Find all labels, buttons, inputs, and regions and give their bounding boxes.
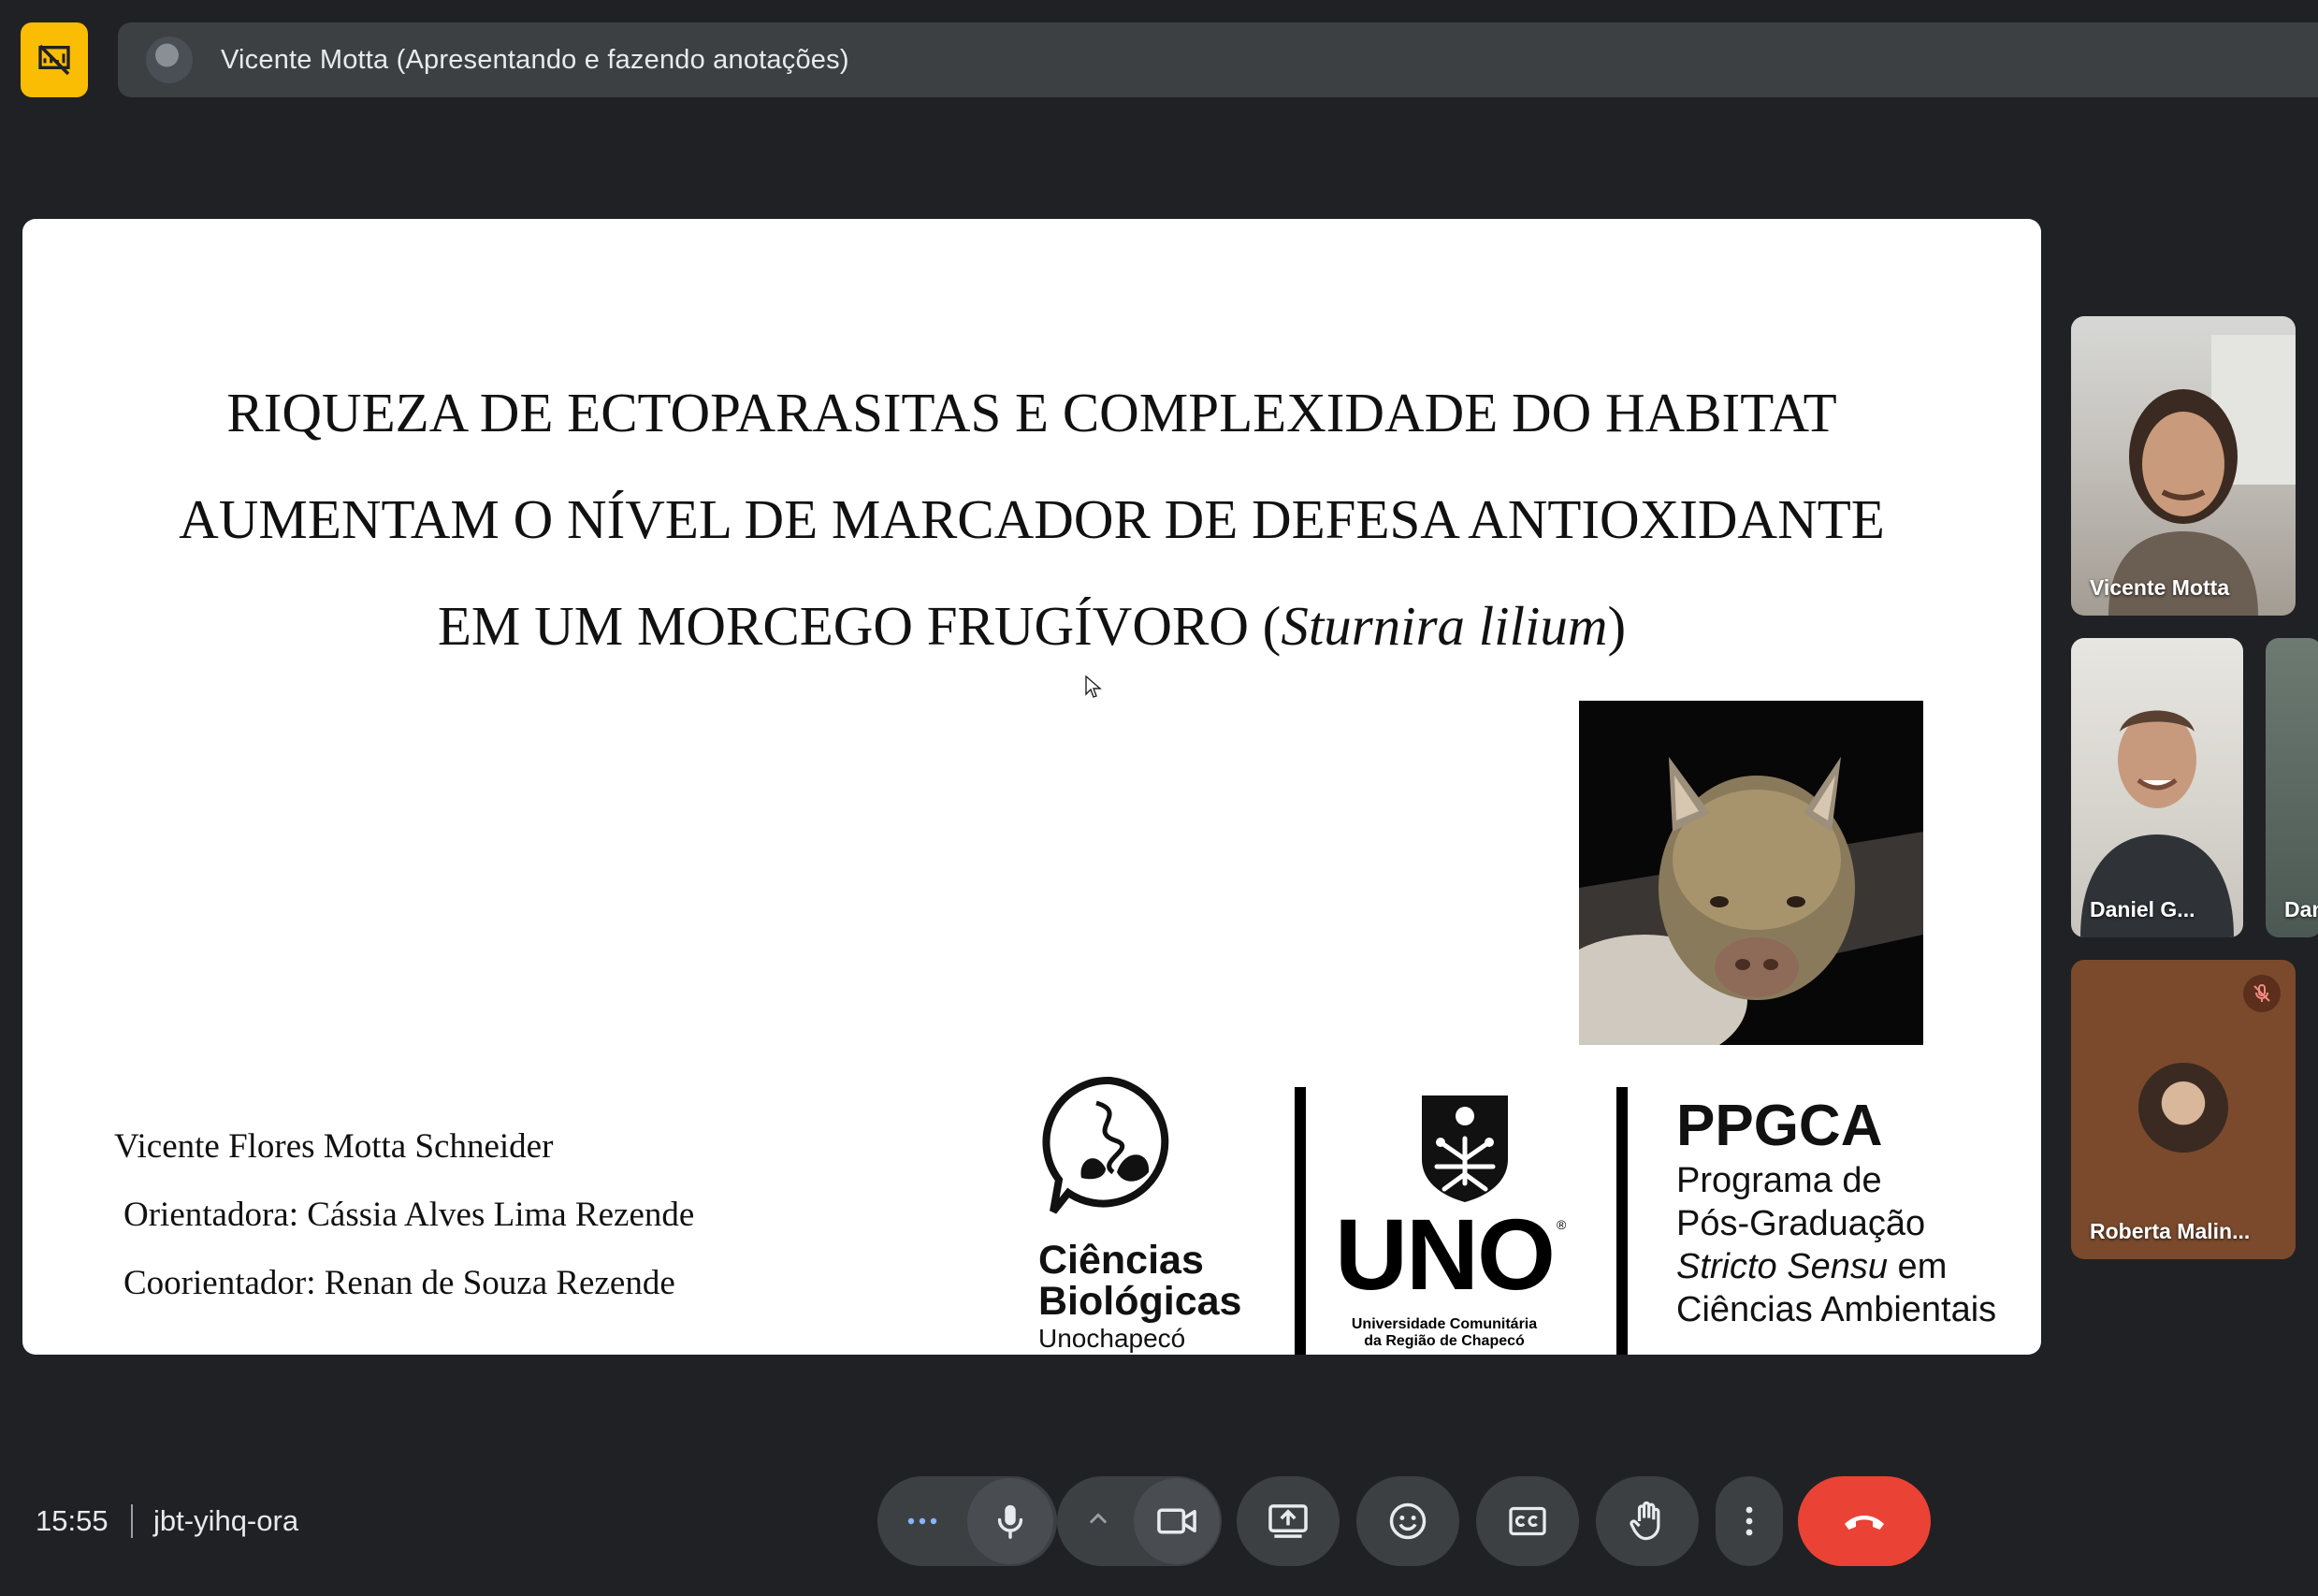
raise-hand-button[interactable] <box>1596 1476 1699 1566</box>
camera-controls-group <box>1057 1476 1222 1566</box>
mic-muted-badge <box>2243 975 2281 1012</box>
logo-uno: UNO ® Universidade Comunitária da Região… <box>1332 1094 1603 1355</box>
captions-button[interactable] <box>1476 1476 1579 1566</box>
logo-ppgca: PPGCA Programa de Pós-Graduação Stricto … <box>1676 1094 2032 1331</box>
present-screen-button[interactable] <box>1237 1476 1340 1566</box>
more-vertical-icon <box>1746 1506 1753 1536</box>
logo-uno-registered: ® <box>1557 1217 1567 1232</box>
leave-call-button[interactable] <box>1798 1476 1931 1566</box>
participant-name: Dan <box>2284 897 2318 921</box>
footer-divider <box>131 1504 133 1538</box>
participant-tile[interactable]: Vicente Motta <box>2071 316 2296 616</box>
hang-up-icon <box>1845 1516 1884 1530</box>
logo-ciencias-biologicas: Ciências Biológicas Unochapecó <box>1033 1075 1313 1355</box>
more-options-button[interactable] <box>1716 1476 1783 1566</box>
logo-ppgca-line-4: Ciências Ambientais <box>1676 1290 1997 1329</box>
author-name: Vicente Flores Motta Schneider <box>114 1127 554 1166</box>
slide-title-line-1: RIQUEZA DE ECTOPARASITAS E COMPLEXIDADE … <box>226 382 1837 443</box>
dna-leaf-icon <box>1042 1076 1169 1214</box>
more-horizontal-icon <box>907 1517 937 1525</box>
closed-captions-icon <box>1509 1506 1546 1536</box>
presenter-label: Vicente Motta (Apresentando e fazendo an… <box>221 44 849 75</box>
authors-block: Vicente Flores Motta Schneider Orientado… <box>114 1112 694 1317</box>
slide-title: RIQUEZA DE ECTOPARASITAS E COMPLEXIDADE … <box>22 359 2041 679</box>
avatar <box>2138 1063 2228 1153</box>
presenter-bar: Vicente Motta (Apresentando e fazendo an… <box>118 22 2318 97</box>
bat-photo <box>1579 701 1923 1045</box>
participant-name: Daniel G... <box>2090 897 2195 921</box>
shared-slide: RIQUEZA DE ECTOPARASITAS E COMPLEXIDADE … <box>22 219 2041 1355</box>
participant-video <box>2108 335 2296 616</box>
logo-separator <box>1616 1087 1628 1355</box>
presenter-avatar <box>146 36 193 83</box>
participant-tile[interactable]: Dan <box>2266 638 2318 937</box>
participant-tile[interactable]: Daniel G... <box>2071 638 2243 937</box>
logo-separator <box>1295 1087 1306 1355</box>
present-screen-icon <box>1268 1504 1308 1538</box>
microphone-button[interactable] <box>967 1478 1053 1564</box>
emoji-icon <box>1389 1502 1427 1540</box>
camera-settings-button[interactable] <box>1085 1506 1111 1532</box>
slide-title-line-3: EM UM MORCEGO FRUGÍVORO (Sturnira lilium… <box>437 595 1627 657</box>
camera-button[interactable] <box>1134 1478 1220 1564</box>
logo-ppgca-line-2: Pós-Graduação <box>1676 1204 1926 1243</box>
mouse-cursor-icon <box>1085 675 1102 698</box>
mic-off-icon <box>2253 984 2270 1002</box>
mic-icon <box>997 1504 1023 1539</box>
participant-name: Roberta Malin... <box>2090 1219 2251 1243</box>
logo-ppgca-line-1: Programa de <box>1676 1161 1882 1200</box>
presentation-off-icon <box>38 44 70 76</box>
coadvisor-name: Coorientador: Renan de Souza Rezende <box>123 1264 675 1302</box>
species-name: Sturnira lilium <box>1281 595 1608 657</box>
logo-uno-sub-1: Universidade Comunitária <box>1351 1316 1538 1332</box>
video-camera-icon <box>1157 1508 1196 1534</box>
shield-icon <box>1422 1095 1508 1202</box>
logo-uno-sub-2: da Região de Chapecó <box>1364 1333 1525 1349</box>
presentation-badge[interactable] <box>21 22 88 97</box>
logo-cb-line-3: Unochapecó <box>1038 1324 1186 1353</box>
participant-video <box>2080 710 2234 937</box>
audio-controls-group <box>877 1476 1057 1566</box>
advisor-name: Orientadora: Cássia Alves Lima Rezende <box>123 1196 695 1234</box>
participant-tile[interactable]: Roberta Malin... <box>2071 960 2296 1259</box>
meeting-clock: 15:55 <box>36 1504 109 1537</box>
participant-name: Vicente Motta <box>2090 575 2230 600</box>
logo-cb-line-2: Biológicas <box>1038 1279 1242 1324</box>
logo-cb-line-1: Ciências <box>1038 1238 1204 1283</box>
audio-settings-button[interactable] <box>904 1504 941 1538</box>
meeting-code[interactable]: jbt-yihq-ora <box>153 1504 298 1538</box>
hand-icon <box>1630 1501 1660 1541</box>
slide-title-line-2: AUMENTAM O NÍVEL DE MARCADOR DE DEFESA A… <box>179 488 1885 550</box>
logo-ppgca-line-3: Stricto Sensu em <box>1676 1247 1948 1286</box>
logo-uno-word: UNO <box>1335 1197 1556 1311</box>
logo-ppgca-head: PPGCA <box>1676 1094 1883 1158</box>
chevron-up-icon <box>1089 1513 1108 1524</box>
reactions-button[interactable] <box>1356 1476 1459 1566</box>
